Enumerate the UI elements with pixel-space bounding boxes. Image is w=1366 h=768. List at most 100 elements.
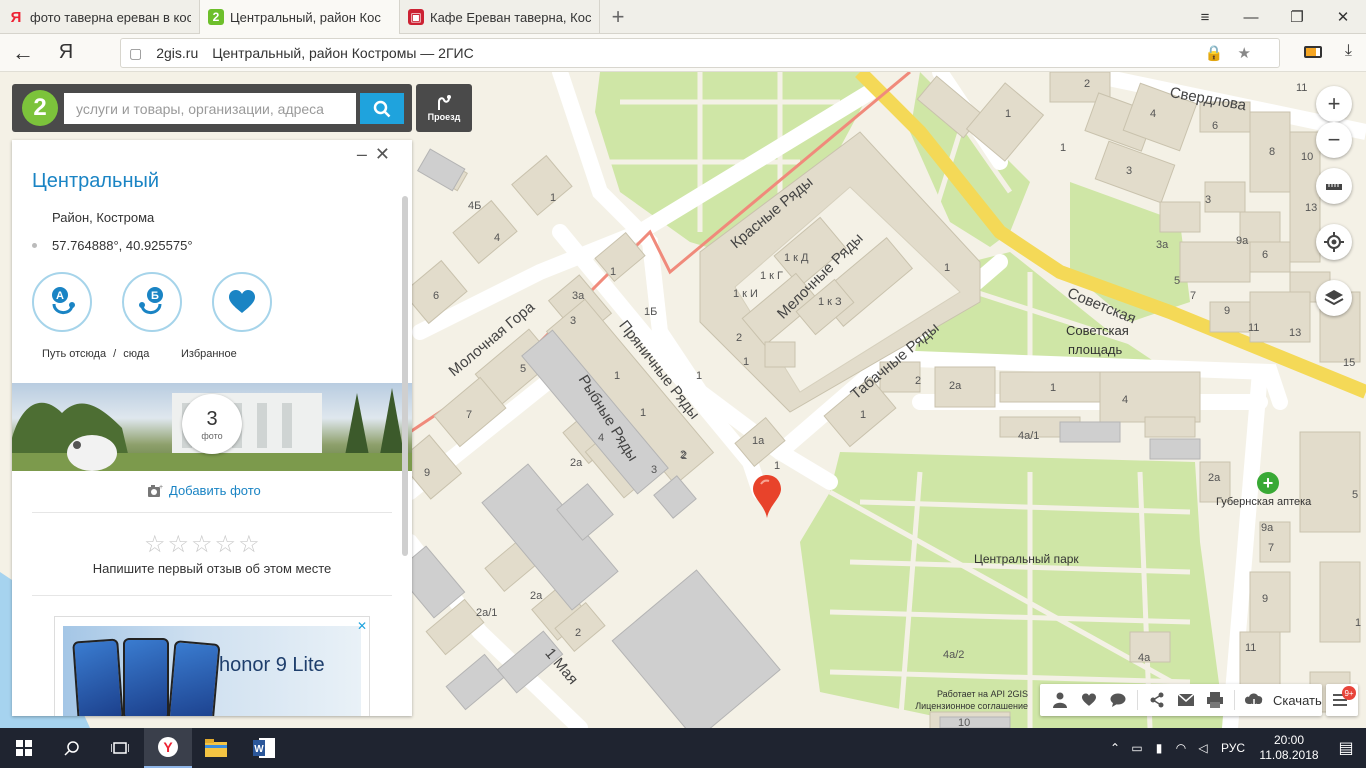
photo-count: 3 <box>206 407 218 430</box>
rating-stars[interactable]: ☆☆☆☆☆ <box>144 530 262 559</box>
route-to-icon: Б <box>139 287 163 314</box>
house-number: 9а <box>1261 522 1274 534</box>
place-photo[interactable]: 3 фото <box>12 383 412 471</box>
search-input[interactable] <box>64 93 356 124</box>
advertisement[interactable]: honor 9 Lite ✕ <box>54 616 370 716</box>
zoom-out-button[interactable]: − <box>1316 122 1352 158</box>
menu-icon[interactable]: ≡ <box>1182 0 1228 34</box>
chat-icon[interactable] <box>1108 690 1128 710</box>
house-number: 5 <box>1174 275 1181 287</box>
tab-cafe[interactable]: ▣ Кафе Ереван таверна, Кост <box>400 0 600 34</box>
mail-icon[interactable] <box>1176 690 1196 710</box>
location-pin-icon[interactable] <box>752 474 782 518</box>
ruler-button[interactable] <box>1316 168 1352 204</box>
download-cloud-icon[interactable] <box>1244 690 1264 710</box>
house-number: 2а <box>570 457 583 469</box>
notifications-button[interactable]: 9+ <box>1326 684 1358 716</box>
search-bar: 2 <box>12 84 412 132</box>
layers-icon <box>1324 290 1344 306</box>
wifi-icon[interactable]: ◠ <box>1170 741 1192 755</box>
url-page-title: Центральный, район Костромы — 2ГИС <box>212 45 474 61</box>
route-from-button[interactable]: А <box>32 272 92 332</box>
heart-icon[interactable] <box>1079 690 1099 710</box>
route-to-label[interactable]: сюда <box>123 348 149 360</box>
favorite-button[interactable] <box>212 272 272 332</box>
print-icon[interactable] <box>1205 690 1225 710</box>
language-indicator[interactable]: РУС <box>1214 741 1252 755</box>
taskbar-yandex-browser[interactable]: Y <box>144 728 192 768</box>
back-button[interactable]: ← <box>0 34 46 72</box>
volume-icon[interactable]: ◁ <box>1192 741 1214 755</box>
house-number: 11 <box>1296 82 1308 94</box>
house-number: 1 <box>696 370 703 382</box>
minimize-icon[interactable]: — <box>1228 0 1274 34</box>
card-scrollbar[interactable] <box>402 196 408 556</box>
place-title: Центральный <box>32 170 160 192</box>
house-number: 11 <box>1245 642 1257 654</box>
favorite-label: Избранное <box>181 348 237 360</box>
close-icon[interactable]: ✕ <box>1320 0 1366 34</box>
2gis-logo[interactable]: 2 <box>22 90 58 126</box>
house-number: 8 <box>1269 146 1276 158</box>
address-bar: ← Я ▢ 2gis.ru Центральный, район Костром… <box>0 34 1366 72</box>
tray-chevron-icon[interactable]: ⌃ <box>1104 741 1126 755</box>
search-taskbar-button[interactable] <box>48 728 96 768</box>
download-app-link[interactable]: Скачать <box>1273 693 1322 708</box>
camera-icon: + <box>148 484 163 497</box>
start-button[interactable] <box>0 728 48 768</box>
ruler-icon <box>1326 184 1342 190</box>
taskbar-file-explorer[interactable] <box>192 728 240 768</box>
clock[interactable]: 20:00 11.08.2018 <box>1252 733 1326 763</box>
minimize-card-icon[interactable]: – <box>357 144 375 164</box>
task-view-button[interactable] <box>96 728 144 768</box>
site-info-icon[interactable]: ▢ <box>129 45 142 62</box>
place-label: Губернская аптека <box>1216 496 1312 508</box>
route-to-button[interactable]: Б <box>122 272 182 332</box>
house-number: 2 <box>736 332 743 344</box>
place-label: площадь <box>1068 342 1123 357</box>
house-number: 3 <box>1205 194 1212 206</box>
house-number: 6 <box>1262 249 1269 261</box>
search-button[interactable] <box>360 93 404 124</box>
house-number: 10 <box>958 717 971 728</box>
tab-yandex-search[interactable]: Я фото таверна ереван в кос <box>0 0 200 34</box>
add-photo-link[interactable]: + Добавить фото <box>147 483 261 498</box>
restore-icon[interactable]: ❐ <box>1274 0 1320 34</box>
route-from-label[interactable]: Путь отсюда <box>42 348 106 360</box>
license-link[interactable]: Лицензионное соглашение <box>910 700 1028 712</box>
close-card-icon[interactable]: ✕ <box>375 144 398 164</box>
my-location-button[interactable] <box>1316 224 1352 260</box>
task-view-icon <box>111 742 129 754</box>
card-controls: –✕ <box>357 144 398 165</box>
house-number: 2 <box>680 449 687 461</box>
route-a-letter: А <box>56 290 64 302</box>
house-number: 1 <box>1355 617 1362 629</box>
bookmark-icon[interactable]: 🔒★ <box>1205 44 1265 62</box>
notifications-icon[interactable]: ▤ <box>1326 738 1366 758</box>
house-number: 3 <box>651 464 658 476</box>
share-icon[interactable] <box>1147 690 1167 710</box>
house-number: 1 <box>614 370 621 382</box>
layers-button[interactable] <box>1316 280 1352 316</box>
route-button[interactable]: Проезд <box>416 84 472 132</box>
download-icon[interactable]: ⤓ <box>1345 42 1352 60</box>
url-field[interactable]: ▢ 2gis.ru Центральный, район Костромы — … <box>120 38 1280 68</box>
tab-2gis[interactable]: 2 Центральный, район Кос <box>200 0 400 34</box>
taskbar-word[interactable]: W <box>240 728 288 768</box>
house-number: 1 <box>1050 382 1057 394</box>
house-number: 2 <box>1084 78 1091 90</box>
house-number: 1 <box>1005 108 1012 120</box>
svg-text:+: + <box>159 484 163 491</box>
battery-tray-icon[interactable]: ▮ <box>1148 741 1170 755</box>
pharmacy-icon[interactable]: + <box>1257 472 1279 494</box>
new-tab-button[interactable]: + <box>600 0 636 34</box>
person-icon[interactable] <box>1050 690 1070 710</box>
battery-icon[interactable] <box>1304 46 1322 58</box>
house-number: 1 <box>743 356 750 368</box>
network-icon[interactable]: ▭ <box>1126 741 1148 755</box>
yandex-logo[interactable]: Я <box>46 41 86 64</box>
photo-count-badge[interactable]: 3 фото <box>182 394 242 454</box>
zoom-in-button[interactable]: + <box>1316 86 1352 122</box>
ad-close-icon[interactable]: ✕ <box>357 619 367 633</box>
divider <box>32 512 392 513</box>
